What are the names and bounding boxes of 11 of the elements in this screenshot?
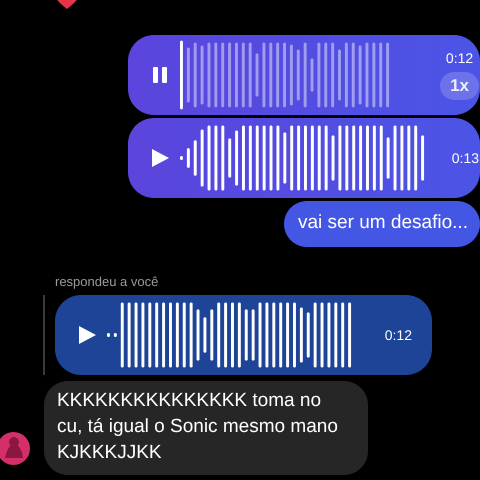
play-icon[interactable] (77, 324, 97, 346)
play-icon[interactable] (150, 147, 170, 169)
avatar-icon[interactable] (0, 432, 30, 465)
message-bubble: vai ser um desafio... (284, 201, 480, 247)
pause-icon[interactable] (150, 64, 170, 86)
speed-button[interactable]: 1x (440, 72, 479, 100)
reply-label: respondeu a você (55, 274, 158, 289)
duration-text: 0:13 (452, 150, 479, 166)
message-bubble: KKKKKKKKKKKKKKK toma no cu, tá igual o Sonic mesmo mano KJKKKJJKK (44, 381, 368, 475)
duration-text: 0:12 (446, 50, 474, 66)
duration-text: 0:12 (384, 327, 412, 343)
